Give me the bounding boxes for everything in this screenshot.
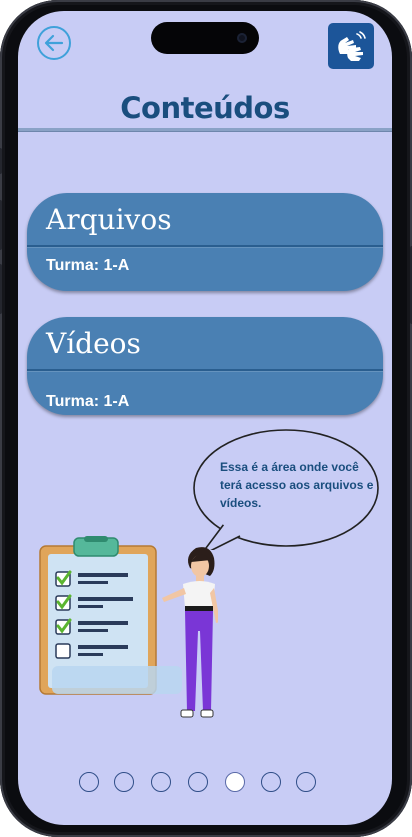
volume-down-button xyxy=(0,264,2,314)
sign-language-icon xyxy=(338,31,366,61)
volume-up-button xyxy=(0,200,2,250)
page-dot[interactable] xyxy=(296,772,316,792)
page-dot[interactable] xyxy=(114,772,134,792)
arrow-left-icon xyxy=(44,34,64,52)
card-divider xyxy=(27,245,383,247)
teacher-checklist-illustration xyxy=(39,536,218,718)
dynamic-island xyxy=(151,22,259,54)
card-title: Vídeos xyxy=(46,327,141,360)
back-button[interactable] xyxy=(37,26,71,60)
speech-bubble-text: Essa é a área onde você terá acesso aos … xyxy=(220,460,374,510)
camera-icon xyxy=(237,33,247,43)
app-screen: Conteúdos Arquivos Turma: 1-A Vídeos Tur… xyxy=(18,11,392,825)
page-dot[interactable] xyxy=(261,772,281,792)
page-title: Conteúdos xyxy=(120,91,290,125)
card-divider xyxy=(27,369,383,371)
card-class-label: Turma: 1-A xyxy=(46,257,130,274)
card-arquivos[interactable]: Arquivos Turma: 1-A xyxy=(27,193,383,291)
sign-language-button[interactable] xyxy=(328,23,374,69)
pagination xyxy=(18,770,392,796)
page-dot-active[interactable] xyxy=(225,772,245,792)
title-divider xyxy=(18,128,392,132)
side-button xyxy=(0,148,2,174)
page-dot[interactable] xyxy=(188,772,208,792)
card-title: Arquivos xyxy=(46,203,172,236)
page-dot[interactable] xyxy=(79,772,99,792)
card-videos[interactable]: Vídeos Turma: 1-A xyxy=(27,317,383,415)
page-dot[interactable] xyxy=(151,772,171,792)
card-class-label: Turma: 1-A xyxy=(46,393,130,410)
